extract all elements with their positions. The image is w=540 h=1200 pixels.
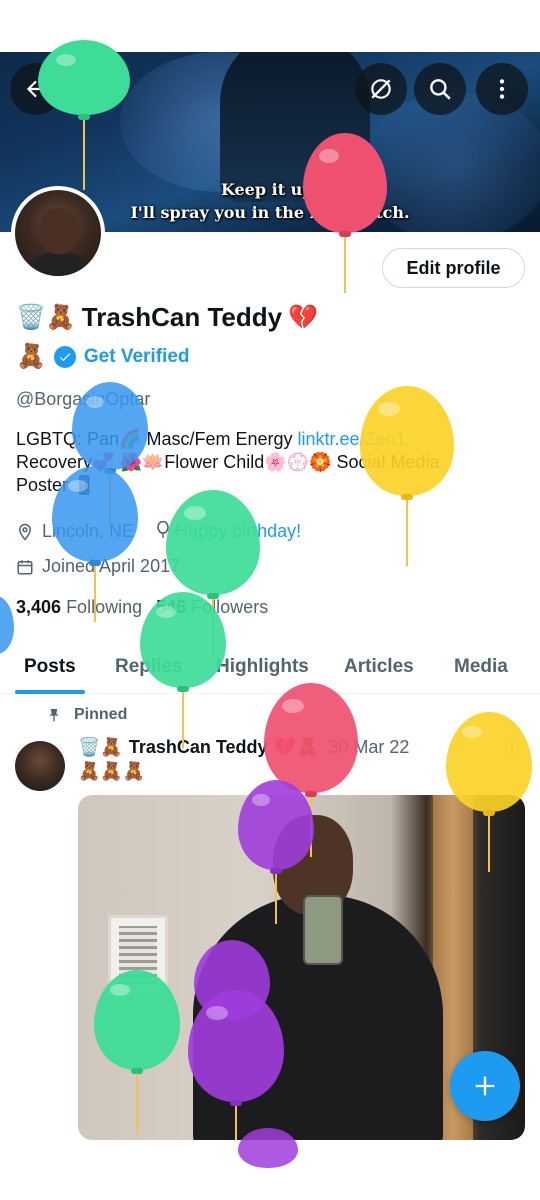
tab-replies[interactable]: Replies (115, 656, 183, 678)
grok-icon (371, 79, 391, 99)
name-emoji: 🗑️🧸 (78, 737, 123, 757)
active-tab-indicator (15, 690, 85, 694)
display-name-row: 🗑️🧸 TrashCan Teddy 💔 (16, 302, 318, 333)
more-button[interactable] (476, 63, 528, 115)
location-pin-icon (18, 523, 32, 541)
verify-row: 🧸 Get Verified (16, 342, 190, 371)
search-button[interactable] (414, 63, 466, 115)
edit-profile-button[interactable]: Edit profile (382, 248, 525, 288)
user-handle: @BorgasinOptar (16, 389, 151, 409)
get-verified-link[interactable]: Get Verified (84, 346, 190, 368)
compose-button[interactable] (450, 1051, 520, 1121)
name-emoji: 🗑️🧸 (16, 304, 76, 331)
more-vertical-icon (499, 79, 505, 99)
bio-text: LGBTQ: Pan🌈 Masc/Fem Energy (16, 429, 298, 449)
tab-posts[interactable]: Posts (24, 656, 76, 678)
following-link[interactable]: 3,406 Following (16, 597, 142, 618)
name-emoji: 💔🧸 (273, 737, 319, 757)
followers-link[interactable]: 546 Followers (156, 597, 268, 618)
name-emoji: 💔 (288, 304, 319, 331)
profile-avatar[interactable] (11, 186, 105, 280)
profile-meta-joined: Joined April 2017 (16, 556, 180, 577)
post-header: 🗑️🧸 TrashCan Teddy 💔🧸 30 Mar 22 (78, 737, 409, 758)
post-more-button[interactable] (504, 738, 520, 763)
profile-tabs: Posts Replies Highlights Articles Media (0, 640, 540, 694)
post-author-avatar[interactable] (15, 741, 65, 791)
name-emoji: 🧸 (16, 343, 46, 370)
pin-icon (49, 709, 59, 722)
verified-badge-icon[interactable] (53, 345, 76, 368)
follow-counts: 3,406 Following 546 Followers (16, 597, 268, 618)
calendar-icon (17, 559, 33, 574)
more-vertical-icon (510, 742, 514, 754)
search-icon (430, 79, 451, 100)
bio-text: Poster 📱 (16, 475, 96, 495)
arrow-left-icon (26, 80, 45, 98)
bio-text: Recovery💞 🌺🪷Flower Child🌸💮🏵️ Social Medi… (16, 452, 440, 472)
balloon-icon (157, 520, 169, 539)
joined-text: Joined April 2017 (42, 556, 181, 576)
grok-button[interactable] (355, 63, 407, 115)
plus-icon (475, 1076, 495, 1096)
location-text: Lincoln, NE (42, 521, 135, 541)
profile-bio: LGBTQ: Pan🌈 Masc/Fem Energy linktr.ee/Ze… (16, 428, 526, 497)
post-author-name[interactable]: TrashCan Teddy (129, 737, 268, 758)
display-name: TrashCan Teddy (81, 302, 283, 332)
profile-meta-location: Lincoln, NE Happy birthday! (16, 520, 301, 542)
post-date[interactable]: 30 Mar 22 (328, 737, 409, 758)
bio-link[interactable]: linktr.ee/Zeo1 (298, 429, 406, 449)
birthday-link[interactable]: Happy birthday! (156, 520, 301, 542)
tab-highlights[interactable]: Highlights (216, 656, 309, 678)
tab-media[interactable]: Media (454, 656, 508, 678)
pinned-label-row: Pinned (46, 706, 127, 724)
post-author-emoji-line: 🧸🧸🧸 (78, 761, 146, 781)
tab-articles[interactable]: Articles (344, 656, 414, 678)
back-button[interactable] (10, 63, 62, 115)
